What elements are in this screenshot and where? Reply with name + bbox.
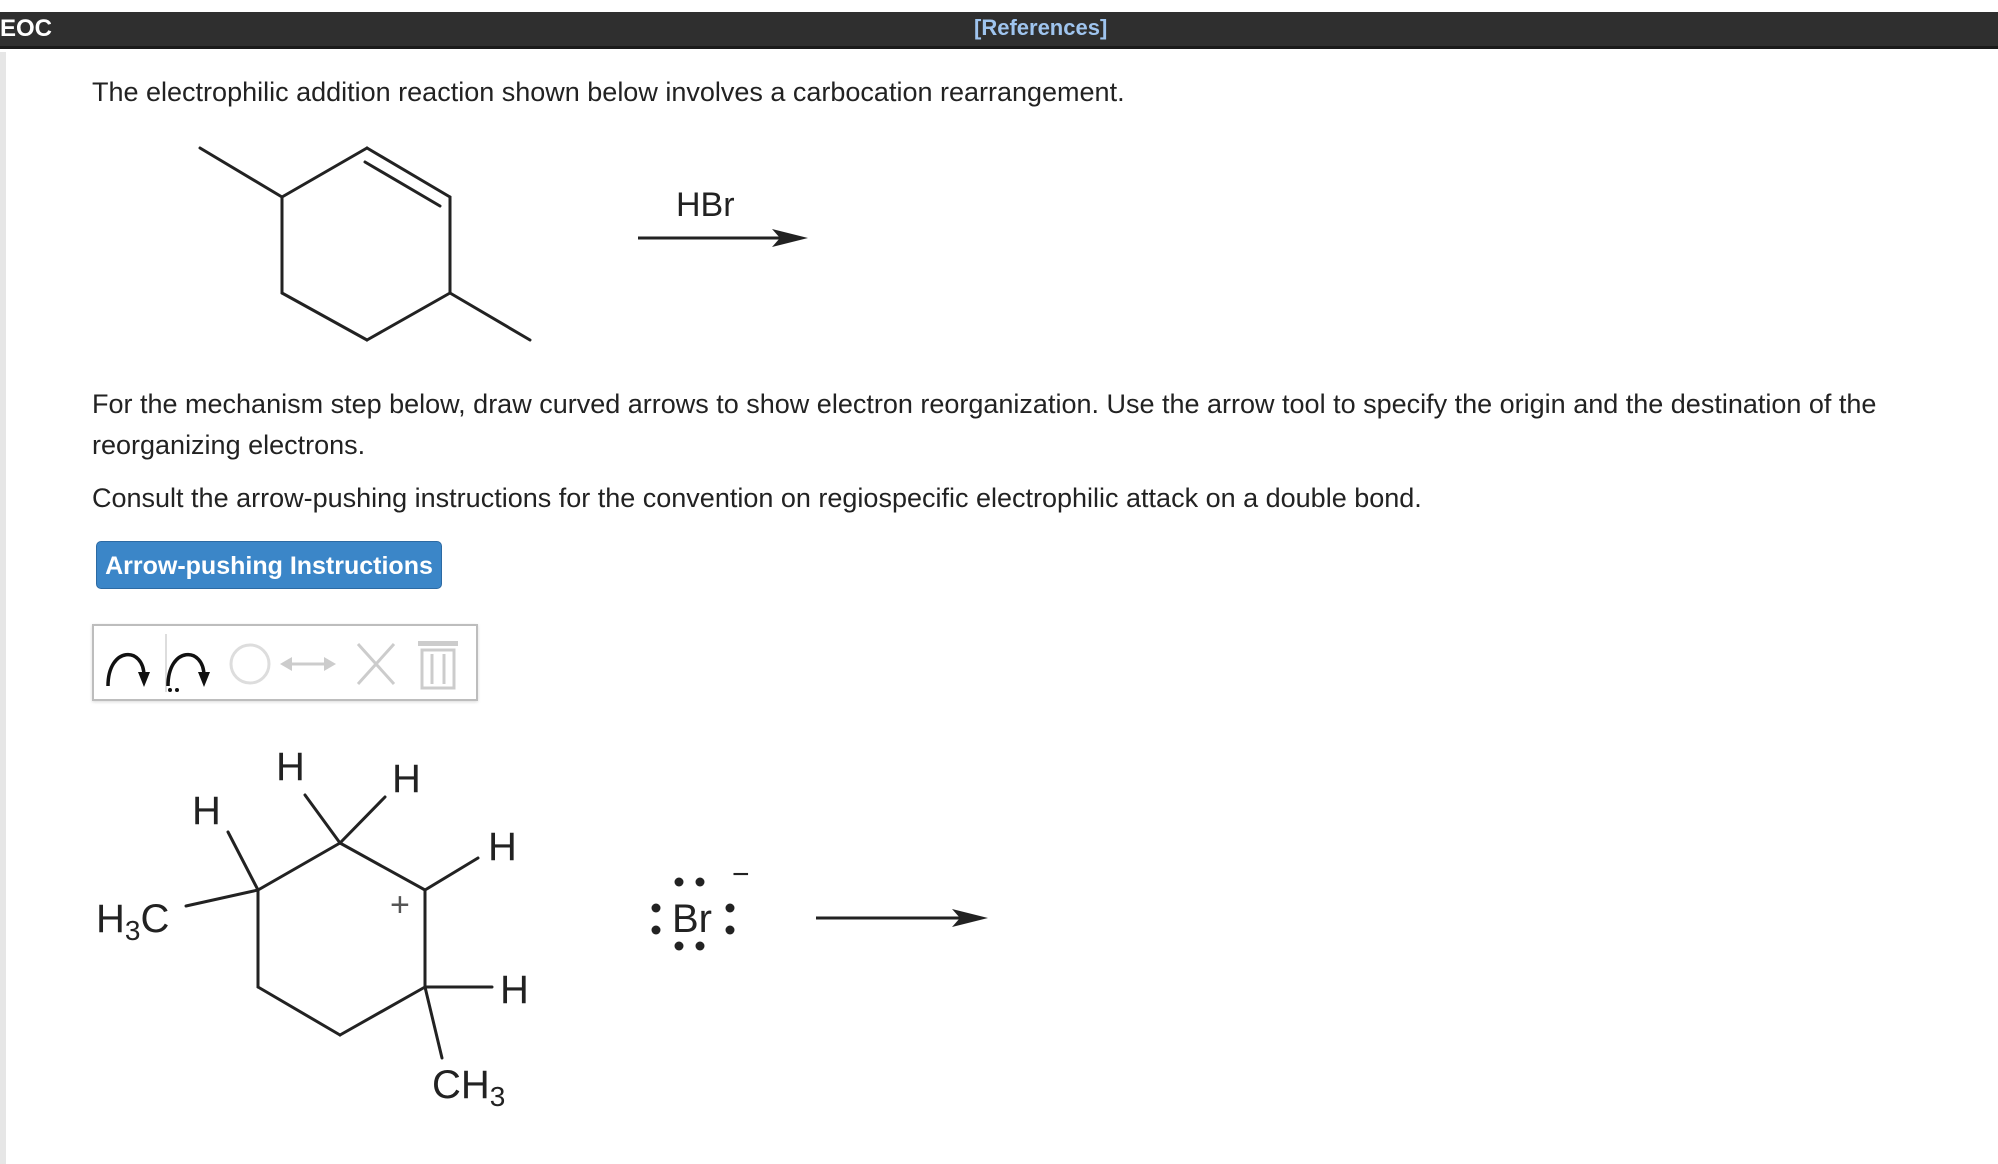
intro-text: The electrophilic addition reaction show… — [92, 77, 1125, 107]
reaction-arrow — [638, 229, 808, 247]
bond-h — [303, 793, 342, 845]
instructions-text: For the mechanism step below, draw curve… — [92, 389, 1877, 460]
bond-ring — [280, 146, 369, 199]
fishhook-arrow-icon[interactable] — [158, 632, 220, 694]
bromide-ion: Br − — [651, 860, 750, 951]
bromide-charge: − — [732, 860, 750, 891]
bond-h — [423, 856, 480, 892]
bond-ring — [256, 841, 342, 892]
bond-methyl — [423, 985, 444, 1060]
methyl-left-label: H3C — [96, 897, 169, 946]
bond-double-a — [365, 146, 452, 199]
bond-methyl — [448, 291, 532, 342]
bond-ring — [365, 291, 452, 342]
bond-methyl — [184, 888, 260, 908]
h-top-left-label: H — [276, 745, 305, 789]
delete-icon[interactable] — [350, 632, 402, 694]
consult-text: Consult the arrow-pushing instructions f… — [92, 483, 1422, 513]
top-bar: EOC [References] — [0, 12, 1998, 49]
reagent-label: HBr — [676, 186, 735, 224]
carbocation-charge: + — [390, 886, 410, 924]
h-top-right-label: H — [392, 757, 421, 801]
bond-ring — [338, 985, 427, 1037]
h-left-label: H — [192, 789, 221, 833]
h-right-lower-label: H — [500, 968, 529, 1012]
left-edge — [0, 52, 6, 1164]
arrow-pushing-instructions-button[interactable]: Arrow-pushing Instructions — [96, 541, 442, 589]
bromide-label: Br — [672, 897, 712, 941]
bond-ring — [338, 841, 427, 892]
bond-ring — [256, 985, 342, 1037]
course-label: EOC — [0, 15, 53, 42]
references-link[interactable]: [References] — [974, 15, 1107, 41]
resonance-arrow-icon[interactable] — [278, 632, 338, 694]
curved-arrow-icon[interactable] — [98, 632, 160, 694]
carbocation-structure: H H H H3C H H CH3 + — [96, 745, 529, 1112]
h-right-upper-label: H — [488, 825, 517, 869]
methyl-bottom-label: CH3 — [432, 1063, 505, 1112]
ring-icon[interactable] — [224, 632, 276, 694]
bond-h — [226, 830, 260, 892]
reactant-structure — [198, 146, 532, 342]
arrow-toolbar — [92, 624, 478, 701]
bond-h — [338, 795, 387, 845]
mechanism-arrow — [816, 909, 988, 927]
bond-ring — [280, 291, 369, 342]
trash-icon[interactable] — [412, 632, 464, 694]
bond-methyl — [198, 146, 284, 199]
